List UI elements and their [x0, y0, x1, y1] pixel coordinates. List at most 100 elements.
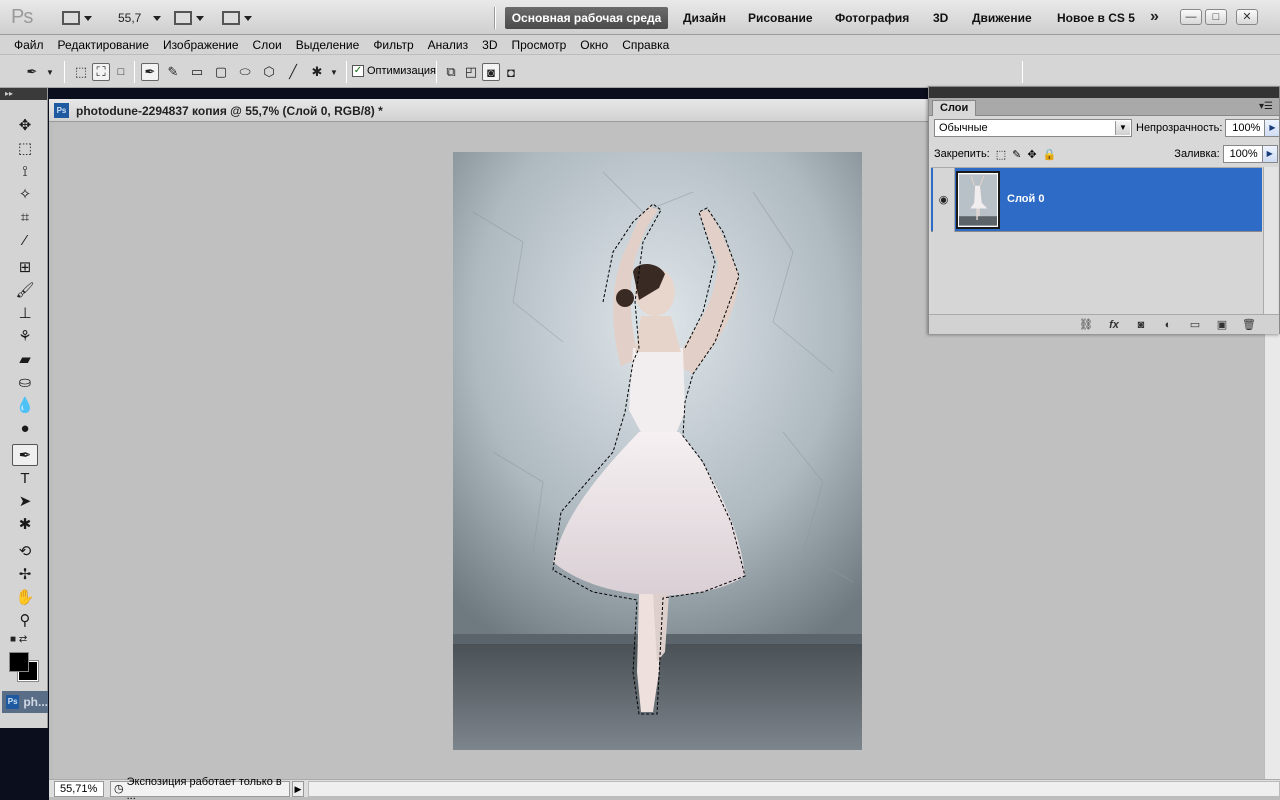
- menu-3d[interactable]: 3D: [475, 38, 504, 52]
- menu-analysis[interactable]: Анализ: [421, 38, 476, 52]
- type-icon[interactable]: T: [12, 467, 38, 489]
- layer-name[interactable]: Слой 0: [1007, 193, 1044, 205]
- lock-position-icon[interactable]: ✥: [1027, 148, 1036, 161]
- menu-view[interactable]: Просмотр: [504, 38, 573, 52]
- quick-select-icon[interactable]: ✧: [12, 183, 38, 205]
- healing-brush-icon[interactable]: ⊞: [12, 256, 38, 278]
- paint-bucket-icon[interactable]: ⛀: [12, 371, 38, 393]
- freeform-pen-icon[interactable]: ✎: [164, 63, 182, 81]
- combine-paths-icon[interactable]: ⧉: [442, 63, 460, 81]
- fx-icon[interactable]: fx: [1105, 318, 1123, 332]
- dodge-icon[interactable]: ●: [12, 417, 38, 439]
- menu-edit[interactable]: Редактирование: [51, 38, 156, 52]
- workspace-painting[interactable]: Рисование: [748, 11, 813, 25]
- move-icon[interactable]: ✥: [12, 114, 38, 136]
- ellipse-icon[interactable]: ⬭: [236, 63, 254, 81]
- panel-header-grip[interactable]: [929, 87, 1279, 98]
- maximize-button[interactable]: □: [1205, 9, 1227, 25]
- menu-filter[interactable]: Фильтр: [366, 38, 420, 52]
- mask-icon[interactable]: ◙: [1132, 318, 1150, 332]
- minimized-document[interactable]: Ps ph...: [2, 691, 48, 713]
- menu-layer[interactable]: Слои: [246, 38, 289, 52]
- group-icon[interactable]: ▭: [1186, 318, 1204, 332]
- fill-slider-arrow[interactable]: ▶: [1262, 145, 1278, 163]
- ballerina-photo[interactable]: [453, 152, 862, 750]
- tab-layers[interactable]: Слои: [932, 100, 977, 116]
- eye-icon[interactable]: ◉: [933, 168, 955, 232]
- workspace-design[interactable]: Дизайн: [683, 11, 726, 25]
- fill-pixels-icon[interactable]: □: [112, 63, 130, 81]
- menu-window[interactable]: Окно: [573, 38, 615, 52]
- zoom-icon[interactable]: ⚲: [12, 609, 38, 631]
- lock-transparent-icon[interactable]: ⬚: [996, 148, 1006, 161]
- new-layer-icon[interactable]: ▣: [1213, 318, 1231, 332]
- close-button[interactable]: ✕: [1236, 9, 1258, 25]
- menu-file[interactable]: Файл: [7, 38, 51, 52]
- panel-collapse-icon[interactable]: ▸▸: [0, 88, 47, 100]
- horizontal-scrollbar[interactable]: [308, 780, 1280, 797]
- layers-scrollbar[interactable]: [1263, 167, 1278, 314]
- shape-layers-icon[interactable]: ⬚: [72, 63, 90, 81]
- opacity-slider-arrow[interactable]: ▶: [1265, 119, 1280, 137]
- crop-icon[interactable]: ⌗: [12, 206, 38, 228]
- pen-tool-icon[interactable]: ✒: [141, 63, 159, 81]
- path-select-icon[interactable]: ➤: [12, 490, 38, 512]
- workspace-essentials[interactable]: Основная рабочая среда: [505, 7, 668, 29]
- brush-icon[interactable]: 🖌: [12, 279, 38, 301]
- link-icon[interactable]: ⛓: [1077, 318, 1095, 332]
- layer-row[interactable]: ◉ Слой 0: [931, 168, 1262, 232]
- workspace-3d[interactable]: 3D: [933, 11, 948, 25]
- foreground-color-swatch[interactable]: [9, 652, 29, 672]
- menu-select[interactable]: Выделение: [289, 38, 367, 52]
- arrange-documents-button[interactable]: [174, 9, 204, 27]
- workspace-motion[interactable]: Движение: [972, 11, 1032, 25]
- history-brush-icon[interactable]: ⚘: [12, 325, 38, 347]
- polygon-icon[interactable]: ⬡: [260, 63, 278, 81]
- minimize-button[interactable]: —: [1180, 9, 1202, 25]
- workspace-photography[interactable]: Фотография: [835, 11, 909, 25]
- marquee-icon[interactable]: ⬚: [12, 137, 38, 159]
- trash-icon[interactable]: 🗑: [1240, 318, 1258, 332]
- eyedropper-icon[interactable]: ⁄: [12, 229, 38, 251]
- 3d-rotate-icon[interactable]: ⟲: [12, 540, 38, 562]
- opacity-field[interactable]: 100%: [1225, 119, 1266, 137]
- clone-stamp-icon[interactable]: ⊥: [12, 302, 38, 324]
- chevron-down-icon[interactable]: ▼: [328, 63, 340, 81]
- line-icon[interactable]: ╱: [284, 63, 302, 81]
- blend-mode-select[interactable]: Обычные ▼: [934, 119, 1132, 137]
- 3d-orbit-icon[interactable]: ✢: [12, 563, 38, 585]
- launch-bridge-button[interactable]: [62, 9, 92, 27]
- status-info-field[interactable]: ◷ Экспозиция работает только в ...: [110, 776, 290, 800]
- swap-colors-icon[interactable]: ■ ⇄: [10, 634, 27, 645]
- chevron-down-icon: [84, 15, 92, 21]
- menu-image[interactable]: Изображение: [156, 38, 246, 52]
- chevron-down-icon[interactable]: ▼: [44, 63, 56, 81]
- status-zoom-field[interactable]: 55,71%: [54, 780, 104, 797]
- menu-help[interactable]: Справка: [615, 38, 676, 52]
- tool-preset-picker[interactable]: ✒: [22, 63, 42, 81]
- exclude-paths-icon[interactable]: ◘: [502, 63, 520, 81]
- hand-icon[interactable]: ✋: [12, 586, 38, 608]
- zoom-level-dropdown[interactable]: 55,7: [118, 9, 162, 27]
- status-menu-arrow[interactable]: ▶: [292, 780, 304, 797]
- paths-icon[interactable]: ⛶: [92, 63, 110, 81]
- custom-shape-icon[interactable]: ✱: [12, 513, 38, 535]
- pen-icon[interactable]: ✒: [12, 444, 38, 466]
- screen-mode-button[interactable]: [222, 9, 252, 27]
- fill-field[interactable]: 100%: [1222, 145, 1263, 163]
- lock-all-icon[interactable]: 🔒: [1043, 148, 1057, 161]
- panel-menu-icon[interactable]: ▾☰: [1259, 101, 1273, 112]
- eraser-icon[interactable]: ▰: [12, 348, 38, 370]
- more-workspaces-button[interactable]: »: [1150, 8, 1159, 26]
- lasso-icon[interactable]: ⟟: [12, 160, 38, 182]
- adjustment-icon[interactable]: ◐: [1159, 318, 1177, 332]
- workspace-new-in-cs5[interactable]: Новое в CS 5: [1057, 11, 1135, 25]
- auto-optimize-checkbox[interactable]: ✓ Оптимизация: [352, 65, 436, 77]
- custom-shape-icon[interactable]: ✱: [308, 63, 326, 81]
- blur-icon[interactable]: 💧: [12, 394, 38, 416]
- intersect-paths-icon[interactable]: ◙: [482, 63, 500, 81]
- subtract-paths-icon[interactable]: ◰: [462, 63, 480, 81]
- rectangle-icon[interactable]: ▭: [188, 63, 206, 81]
- lock-image-icon[interactable]: ✎: [1012, 148, 1021, 161]
- rounded-rectangle-icon[interactable]: ▢: [212, 63, 230, 81]
